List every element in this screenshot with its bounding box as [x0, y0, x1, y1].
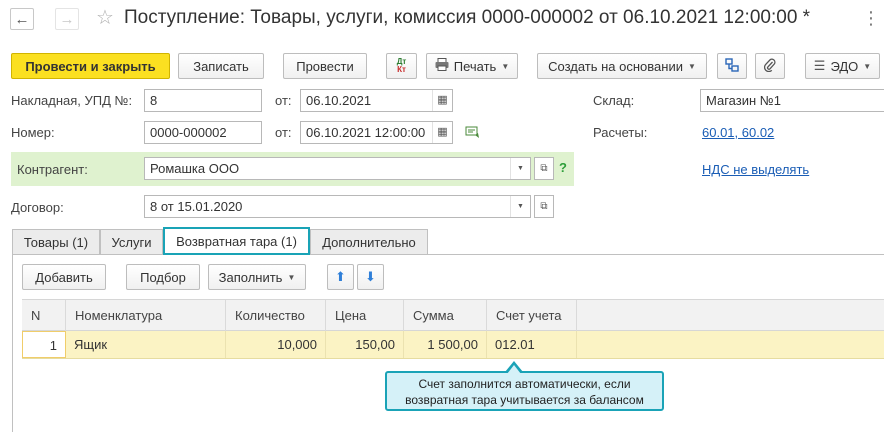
chevron-down-icon: ▼ [687, 61, 696, 71]
calendar-icon[interactable]: ▦ [432, 122, 452, 143]
chevron-down-icon: ▼ [863, 61, 872, 71]
table-header: N Номенклатура Количество Цена Сумма Сче… [22, 299, 884, 331]
chevron-down-icon: ▼ [501, 61, 510, 71]
column-header-sum[interactable]: Сумма [404, 300, 487, 331]
fill-button[interactable]: Заполнить ▼ [208, 264, 306, 290]
arrow-up-icon: ⬆ [335, 269, 346, 284]
row-price-cell[interactable]: 150,00 [326, 331, 404, 358]
tooltip-line-2: возвратная тара учитывается за балансом [405, 393, 644, 407]
move-up-button[interactable]: ⬆ [327, 264, 354, 290]
arrow-right-icon: → [59, 10, 75, 28]
warehouse-label: Склад: [593, 93, 635, 108]
number-date-label: от: [275, 125, 292, 140]
column-header-quantity[interactable]: Количество [226, 300, 326, 331]
vat-link[interactable]: НДС не выделять [702, 162, 809, 178]
more-menu-icon[interactable]: ⋮ [862, 8, 881, 28]
counterparty-input[interactable]: Ромашка ООО ▼ [144, 157, 531, 180]
invoice-number-input[interactable]: 8 [144, 89, 262, 112]
counterparty-value: Ромашка ООО [150, 161, 240, 176]
post-and-close-button[interactable]: Провести и закрыть [11, 53, 170, 79]
settlements-label: Расчеты: [593, 125, 648, 140]
edo-icon: ☰ [813, 58, 826, 73]
structure-icon [725, 57, 739, 75]
invoice-date-label: от: [275, 93, 292, 108]
column-header-account[interactable]: Счет учета [487, 300, 577, 331]
contract-input[interactable]: 8 от 15.01.2020 ▼ [144, 195, 531, 218]
edo-button[interactable]: ☰ ЭДО ▼ [805, 53, 880, 79]
arrow-down-icon: ⬇ [365, 269, 376, 284]
message-icon[interactable] [465, 124, 481, 143]
contract-value: 8 от 15.01.2020 [150, 199, 243, 214]
tab-additional[interactable]: Дополнительно [310, 229, 428, 254]
contract-label: Договор: [11, 200, 64, 215]
row-item-cell[interactable]: Ящик [66, 331, 226, 358]
invoice-date-value: 06.10.2021 [306, 93, 372, 108]
number-datetime-value: 06.10.2021 12:00:00 [306, 125, 426, 140]
warehouse-input[interactable]: Магазин №1 [700, 89, 884, 112]
chevron-down-icon[interactable]: ▼ [510, 158, 530, 179]
number-datetime-input[interactable]: 06.10.2021 12:00:00 ▦ [300, 121, 453, 144]
create-based-on-label: Создать на основании [548, 58, 683, 74]
tab-goods[interactable]: Товары (1) [12, 229, 100, 254]
attach-button[interactable] [755, 53, 785, 79]
print-label: Печать [453, 58, 497, 74]
chevron-down-icon: ▼ [287, 272, 296, 282]
paperclip-icon [763, 58, 776, 75]
move-down-button[interactable]: ⬇ [357, 264, 384, 290]
invoice-number-label: Накладная, УПД №: [11, 93, 133, 108]
column-header-item[interactable]: Номенклатура [66, 300, 226, 331]
tab-returnable-packaging[interactable]: Возвратная тара (1) [163, 227, 310, 255]
help-icon[interactable]: ? [559, 160, 567, 175]
structure-button[interactable] [717, 53, 747, 79]
open-contract-button[interactable]: ⧉ [534, 195, 554, 218]
fill-label: Заполнить [218, 269, 283, 285]
column-header-n[interactable]: N [22, 300, 66, 331]
invoice-date-input[interactable]: 06.10.2021 ▦ [300, 89, 453, 112]
counterparty-label: Контрагент: [17, 162, 88, 177]
open-icon: ⧉ [540, 163, 548, 174]
annotation-tooltip: Счет заполнится автоматически, если возв… [385, 361, 664, 411]
tooltip-line-1: Счет заполнится автоматически, если [418, 377, 631, 391]
row-quantity-cell[interactable]: 10,000 [226, 331, 326, 358]
pick-button[interactable]: Подбор [126, 264, 200, 290]
arrow-left-icon: ← [14, 10, 30, 28]
column-header-price[interactable]: Цена [326, 300, 404, 331]
post-button[interactable]: Провести [283, 53, 367, 79]
favorite-star-icon[interactable]: ☆ [96, 6, 114, 30]
open-icon: ⧉ [540, 201, 548, 212]
page-title: Поступление: Товары, услуги, комиссия 00… [124, 7, 811, 28]
calendar-icon[interactable]: ▦ [432, 90, 452, 111]
chevron-down-icon[interactable]: ▼ [510, 196, 530, 217]
add-button[interactable]: Добавить [22, 264, 106, 290]
number-input[interactable]: 0000-000002 [144, 121, 262, 144]
row-account-cell[interactable]: 012.01 [487, 331, 577, 358]
settlements-link[interactable]: 60.01, 60.02 [702, 125, 774, 141]
number-label: Номер: [11, 125, 55, 140]
table-row[interactable]: 1 Ящик 10,000 150,00 1 500,00 012.01 [22, 331, 884, 359]
row-sum-cell[interactable]: 1 500,00 [404, 331, 487, 358]
save-button[interactable]: Записать [178, 53, 264, 79]
dt-kt-icon-bottom: Кт [397, 65, 406, 74]
tab-services[interactable]: Услуги [100, 229, 163, 254]
tooltip-pointer-inner [507, 365, 521, 374]
edo-label: ЭДО [830, 58, 859, 74]
create-based-on-button[interactable]: Создать на основании ▼ [537, 53, 707, 79]
row-n-cell[interactable]: 1 [22, 331, 66, 358]
dt-kt-button[interactable]: Дт Кт [386, 53, 417, 79]
back-button[interactable]: ← [10, 8, 34, 30]
forward-button[interactable]: → [55, 8, 79, 30]
open-counterparty-button[interactable]: ⧉ [534, 157, 554, 180]
printer-icon [435, 58, 449, 74]
print-button[interactable]: Печать ▼ [426, 53, 518, 79]
